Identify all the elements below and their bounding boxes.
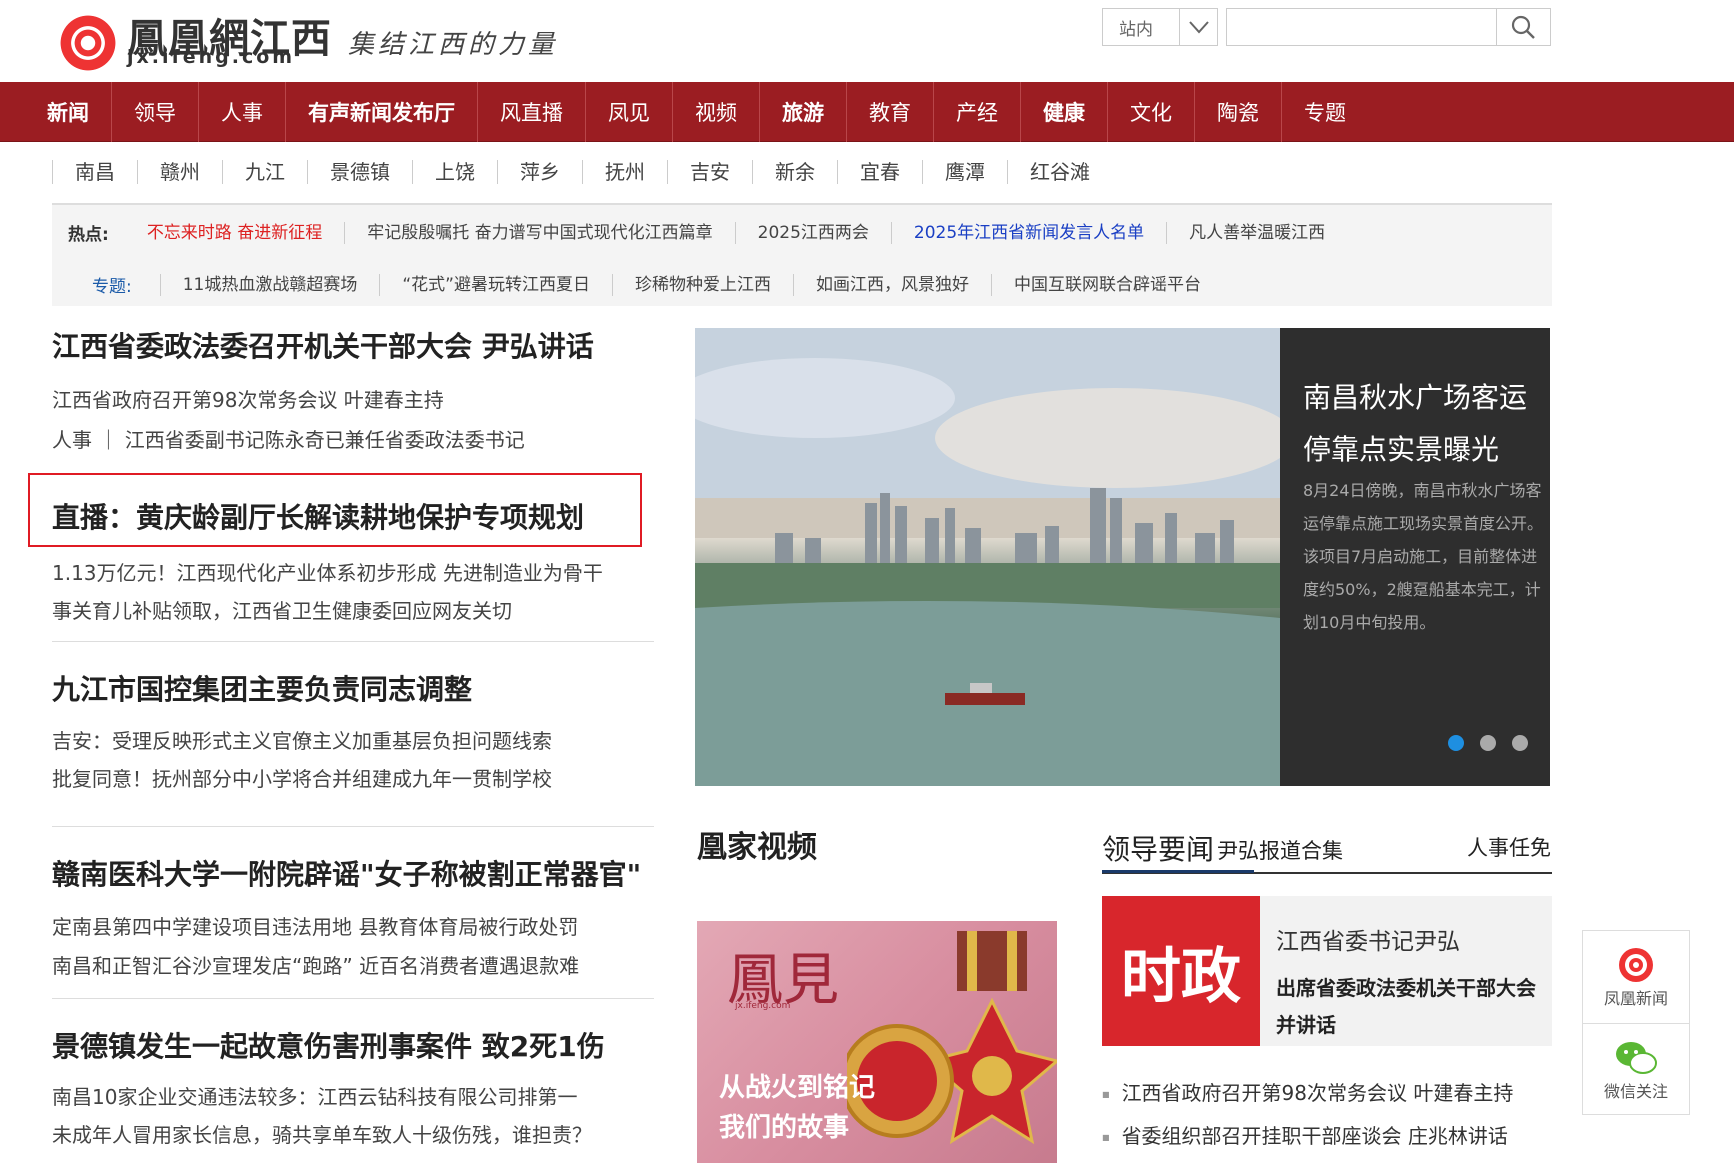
leader-news-link[interactable]: 省委组织部召开挂职干部座谈会 庄兆林讲话 xyxy=(1102,1120,1508,1149)
leaders-title[interactable]: 领导要闻 xyxy=(1102,828,1214,868)
side-float-label: 微信关注 xyxy=(1603,1081,1668,1101)
slider-desc: 8月24日傍晚，南昌市秋水广场客运停靠点施工现场实景首度公开。该项目7月启动施工… xyxy=(1303,481,1544,632)
site-logo-domain: jx.ifeng.com xyxy=(127,46,296,68)
news-sub-link[interactable]: 南昌10家企业交通违法较多：江西云钻科技有限公司排第一 xyxy=(52,1081,577,1110)
nav-item[interactable]: 文化 xyxy=(1108,82,1195,142)
divider xyxy=(52,641,654,642)
nav-item[interactable]: 风直播 xyxy=(478,82,586,142)
wechat-follow-button[interactable]: 微信关注 xyxy=(1583,1023,1689,1115)
leader-news-link[interactable]: 江西省政府召开第98次常务会议 叶建春主持 xyxy=(1102,1077,1514,1106)
slider-dot-1[interactable] xyxy=(1448,735,1464,751)
city-link[interactable]: 南昌 xyxy=(52,160,137,184)
slider-image[interactable] xyxy=(695,328,1280,786)
news-sub-link[interactable]: 江西省政府召开第98次常务会议 叶建春主持 xyxy=(52,384,444,413)
city-link[interactable]: 抚州 xyxy=(582,160,667,184)
side-float-panel: 凤凰新闻 微信关注 xyxy=(1582,930,1690,1115)
main-nav: 新闻 领导 人事 有声新闻发布厅 风直播 凤见 视频 旅游 教育 产经 健康 文化 陶瓷 专题 xyxy=(0,82,1734,142)
search-scope-label: 站内 xyxy=(1119,19,1153,40)
ifeng-logo-icon xyxy=(1619,948,1653,982)
news-sub-link[interactable]: 人事 ｜ 江西省委副书记陈永奇已兼任省委政法委书记 xyxy=(52,424,525,453)
hot-label: 热点: xyxy=(68,225,109,245)
ifeng-logo-icon[interactable] xyxy=(57,12,119,74)
city-link[interactable]: 上饶 xyxy=(412,160,497,184)
news-headline[interactable]: 江西省委政法委召开机关干部大会 尹弘讲话 xyxy=(52,325,594,365)
ifeng-news-app-button[interactable]: 凤凰新闻 xyxy=(1583,931,1689,1023)
nav-item[interactable]: 旅游 xyxy=(760,82,847,142)
video-caption-2: 我们的故事 xyxy=(719,1113,850,1143)
topics-label: 专题: xyxy=(92,277,132,297)
topic-link[interactable]: 珍稀物种爱上江西 xyxy=(612,273,793,296)
news-headline[interactable]: 九江市国控集团主要负责同志调整 xyxy=(52,668,472,708)
search-button[interactable] xyxy=(1496,9,1548,45)
news-sub-link[interactable]: 批复同意！抚州部分中小学将合并组建成九年一贯制学校 xyxy=(52,763,552,792)
hot-link[interactable]: 牢记殷殷嘱托 奋力谱写中国式现代化江西篇章 xyxy=(344,221,734,244)
divider xyxy=(52,826,654,827)
video-caption-1: 从战火到铭记 xyxy=(719,1073,876,1103)
slider-dot-3[interactable] xyxy=(1512,735,1528,751)
side-float-label: 凤凰新闻 xyxy=(1603,989,1668,1008)
divider xyxy=(52,998,654,999)
city-link[interactable]: 新余 xyxy=(752,160,837,184)
city-link[interactable]: 萍乡 xyxy=(497,160,582,184)
topic-link[interactable]: 如画江西，风景独好 xyxy=(793,273,991,296)
leaders-more-link[interactable]: 人事任免 xyxy=(1467,832,1551,862)
news-sub-link[interactable]: 1.13万亿元！江西现代化产业体系初步形成 先进制造业为骨干 xyxy=(52,557,603,586)
city-link[interactable]: 红谷滩 xyxy=(1007,160,1112,184)
news-sub-link[interactable]: 南昌和正智汇谷沙宣理发店“跑路” 近百名消费者遭遇退款难 xyxy=(52,950,579,979)
site-slogan: 集结江西的力量 xyxy=(348,30,559,60)
nav-item[interactable]: 健康 xyxy=(1021,82,1108,142)
hot-topics-bar: 热点: 不忘来时路 奋进新征程 牢记殷殷嘱托 奋力谱写中国式现代化江西篇章 20… xyxy=(52,203,1552,306)
news-headline[interactable]: 景德镇发生一起故意伤害刑事案件 致2死1伤 xyxy=(52,1025,605,1065)
city-link[interactable]: 景德镇 xyxy=(307,160,412,184)
hot-row: 热点: 不忘来时路 奋进新征程 牢记殷殷嘱托 奋力谱写中国式现代化江西篇章 20… xyxy=(52,220,1347,245)
nav-item[interactable]: 有声新闻发布厅 xyxy=(286,82,478,142)
news-sub-link[interactable]: 事关育儿补贴领取，江西省卫生健康委回应网友关切 xyxy=(52,595,512,624)
news-sub-link[interactable]: 定南县第四中学建设项目违法用地 县教育体育局被行政处罚 xyxy=(52,911,578,940)
video-section-title[interactable]: 凰家视频 xyxy=(697,822,817,866)
leaders-sub-tab[interactable]: 尹弘报道合集 xyxy=(1217,835,1343,865)
nav-item[interactable]: 产经 xyxy=(934,82,1021,142)
hot-link[interactable]: 2025江西两会 xyxy=(734,221,891,244)
news-sub-link[interactable]: 未成年人冒用家长信息，骑共享单车致人十级伤残，谁担责？ xyxy=(52,1119,592,1148)
search-scope-select[interactable]: 站内 xyxy=(1102,8,1218,46)
nav-item[interactable]: 领导 xyxy=(112,82,199,142)
city-link[interactable]: 鹰潭 xyxy=(922,160,1007,184)
city-nav: 南昌 赣州 九江 景德镇 上饶 萍乡 抚州 吉安 新余 宜春 鹰潭 红谷滩 xyxy=(52,160,1112,184)
city-river-photo xyxy=(695,328,1280,786)
nav-item[interactable]: 新闻 xyxy=(25,82,112,142)
nav-item[interactable]: 视频 xyxy=(673,82,760,142)
topics-row: 专题: 11城热血激战赣超赛场 “花式”避暑玩转江西夏日 珍稀物种爱上江西 如画… xyxy=(52,272,1223,297)
leaders-tab-indicator xyxy=(1102,870,1254,873)
nav-item[interactable]: 人事 xyxy=(199,82,286,142)
news-headline[interactable]: 赣南医科大学一附院辟谣"女子称被割正常器官" xyxy=(52,853,641,893)
topic-link[interactable]: 11城热血激战赣超赛场 xyxy=(159,273,380,296)
chevron-down-icon[interactable] xyxy=(1179,9,1217,45)
hot-link[interactable]: 凡人善举温暖江西 xyxy=(1166,221,1347,244)
slider-dot-2[interactable] xyxy=(1480,735,1496,751)
politics-badge[interactable]: 时政 xyxy=(1102,896,1260,1046)
slider-title[interactable]: 南昌秋水广场客运停靠点实景曝光 xyxy=(1303,372,1543,476)
leader-event[interactable]: 出席省委政法委机关干部大会并讲话 xyxy=(1276,970,1546,1044)
hot-link[interactable]: 不忘来时路 奋进新征程 xyxy=(125,222,344,244)
nav-item[interactable]: 专题 xyxy=(1282,82,1368,142)
video-brand-domain: jx.ifeng.com xyxy=(735,1001,791,1011)
nav-item[interactable]: 凤见 xyxy=(586,82,673,142)
search-icon xyxy=(1511,15,1535,39)
city-link[interactable]: 赣州 xyxy=(137,160,222,184)
news-sub-link[interactable]: 吉安：受理反映形式主义官僚主义加重基层负担问题线索 xyxy=(52,725,552,754)
topic-link[interactable]: 中国互联网联合辟谣平台 xyxy=(991,273,1223,296)
medal-icon xyxy=(847,931,1057,1145)
hot-link[interactable]: 2025年江西省新闻发言人名单 xyxy=(890,221,1166,244)
nav-item[interactable]: 陶瓷 xyxy=(1195,82,1282,142)
leader-name[interactable]: 江西省委书记尹弘 xyxy=(1276,922,1460,956)
nav-item[interactable]: 教育 xyxy=(847,82,934,142)
city-link[interactable]: 宜春 xyxy=(837,160,922,184)
topic-link[interactable]: “花式”避暑玩转江西夏日 xyxy=(379,273,612,296)
city-link[interactable]: 吉安 xyxy=(667,160,752,184)
news-headline[interactable]: 直播：黄庆龄副厅长解读耕地保护专项规划 xyxy=(52,496,584,536)
city-link[interactable]: 九江 xyxy=(222,160,307,184)
video-thumbnail[interactable]: 鳳見 jx.ifeng.com 从战火到铭记 我们的故事 xyxy=(697,921,1057,1163)
wechat-icon xyxy=(1616,1041,1657,1074)
